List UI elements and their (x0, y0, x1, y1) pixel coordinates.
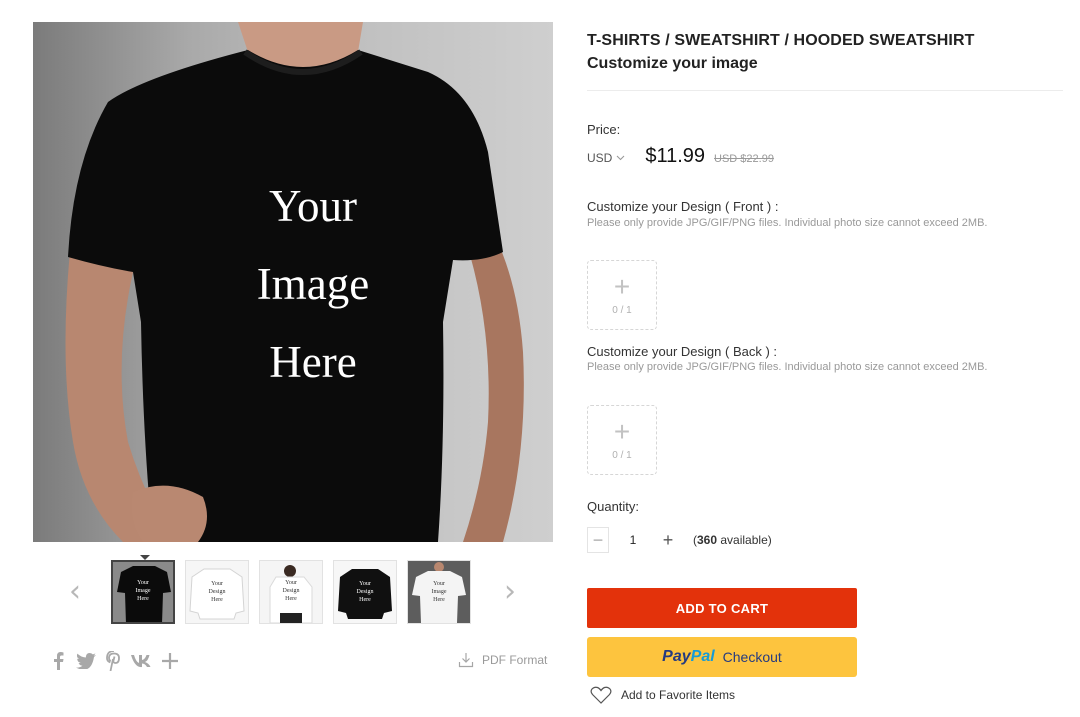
upload-plus-icon: + (613, 416, 631, 447)
thumbnail-3[interactable]: Your Design Here (259, 560, 323, 624)
original-price: USD $22.99 (714, 153, 774, 165)
quantity-decrease-button[interactable]: − (587, 527, 609, 553)
plus-icon[interactable] (156, 648, 184, 674)
price-label: Price: (587, 122, 621, 137)
current-price: $11.99 (645, 145, 706, 167)
currency-label: USD (587, 151, 613, 165)
product-header: T-SHIRTS / SWEATSHIRT / HOODED SWEATSHIR… (587, 32, 1063, 73)
add-to-cart-button[interactable]: ADD TO CART (587, 588, 857, 628)
quantity-input[interactable] (609, 527, 657, 553)
paypal-checkout-button[interactable]: PayPal Checkout (587, 637, 857, 677)
available-text: available (720, 533, 768, 547)
caption-line-1: Your (269, 181, 357, 231)
pdf-format-label: PDF Format (482, 653, 548, 667)
design-front-label: Customize your Design ( Front ) : (587, 199, 779, 214)
heart-icon (590, 686, 612, 704)
available-count: 360 (697, 533, 718, 547)
pinterest-icon[interactable] (100, 648, 128, 674)
thumbnail-2-caption: Your Design Here (208, 581, 226, 603)
thumbnail-strip: ‹ Your Image Here Your Design Here Your … (60, 555, 530, 630)
product-title: Customize your image (587, 55, 758, 72)
thumbnail-1-caption: Your Image Here (135, 580, 151, 602)
quantity-increase-button[interactable]: + (657, 527, 679, 553)
thumbnail-1[interactable]: Your Image Here (111, 560, 175, 624)
upload-back-count: 0 / 1 (612, 450, 632, 461)
design-back-label: Customize your Design ( Back ) : (587, 344, 778, 359)
prev-thumbnail-arrow-icon[interactable]: ‹ (62, 574, 88, 610)
product-breadcrumb: T-SHIRTS / SWEATSHIRT / HOODED SWEATSHIR… (587, 32, 975, 49)
price-row: USD $11.99 USD $22.99 (587, 145, 774, 168)
add-to-favorites-link[interactable]: Add to Favorite Items (590, 686, 735, 704)
pdf-format-link[interactable]: PDF Format (458, 652, 547, 668)
vk-icon[interactable] (128, 648, 156, 674)
currency-selector[interactable]: USD (587, 151, 625, 165)
quantity-stepper: − + (360 available) (587, 527, 772, 553)
download-icon (458, 653, 474, 668)
caption-line-2: Image (256, 259, 370, 309)
thumbnail-4[interactable]: Your Design Here (333, 560, 397, 624)
thumbnail-5[interactable]: Your Image Here (407, 560, 471, 624)
design-back-note: Please only provide JPG/GIF/PNG files. I… (587, 361, 988, 373)
upload-plus-icon: + (613, 271, 631, 302)
next-thumbnail-arrow-icon[interactable]: › (497, 574, 523, 610)
twitter-icon[interactable] (72, 648, 100, 674)
main-product-image: Your Image Here (33, 22, 553, 542)
paypal-checkout-label: Checkout (722, 649, 782, 665)
quantity-available: (360 available) (693, 533, 772, 547)
main-image-caption: Your Image Here (223, 167, 403, 401)
thumbnail-3-caption: Your Design Here (282, 580, 300, 602)
thumbnail-5-caption: Your Image Here (431, 581, 447, 603)
thumbnail-4-caption: Your Design Here (356, 581, 374, 603)
share-bar (44, 648, 184, 674)
thumbnail-2[interactable]: Your Design Here (185, 560, 249, 624)
upload-front-button[interactable]: + 0 / 1 (587, 260, 657, 330)
header-divider (587, 90, 1063, 91)
quantity-label: Quantity: (587, 499, 640, 514)
design-front-note: Please only provide JPG/GIF/PNG files. I… (587, 217, 988, 229)
chevron-down-icon (616, 155, 625, 161)
facebook-icon[interactable] (44, 648, 72, 674)
upload-back-button[interactable]: + 0 / 1 (587, 405, 657, 475)
upload-front-count: 0 / 1 (612, 305, 632, 316)
paypal-logo: PayPal (662, 648, 715, 665)
caption-line-3: Here (269, 337, 357, 387)
favorite-label: Add to Favorite Items (621, 688, 736, 702)
